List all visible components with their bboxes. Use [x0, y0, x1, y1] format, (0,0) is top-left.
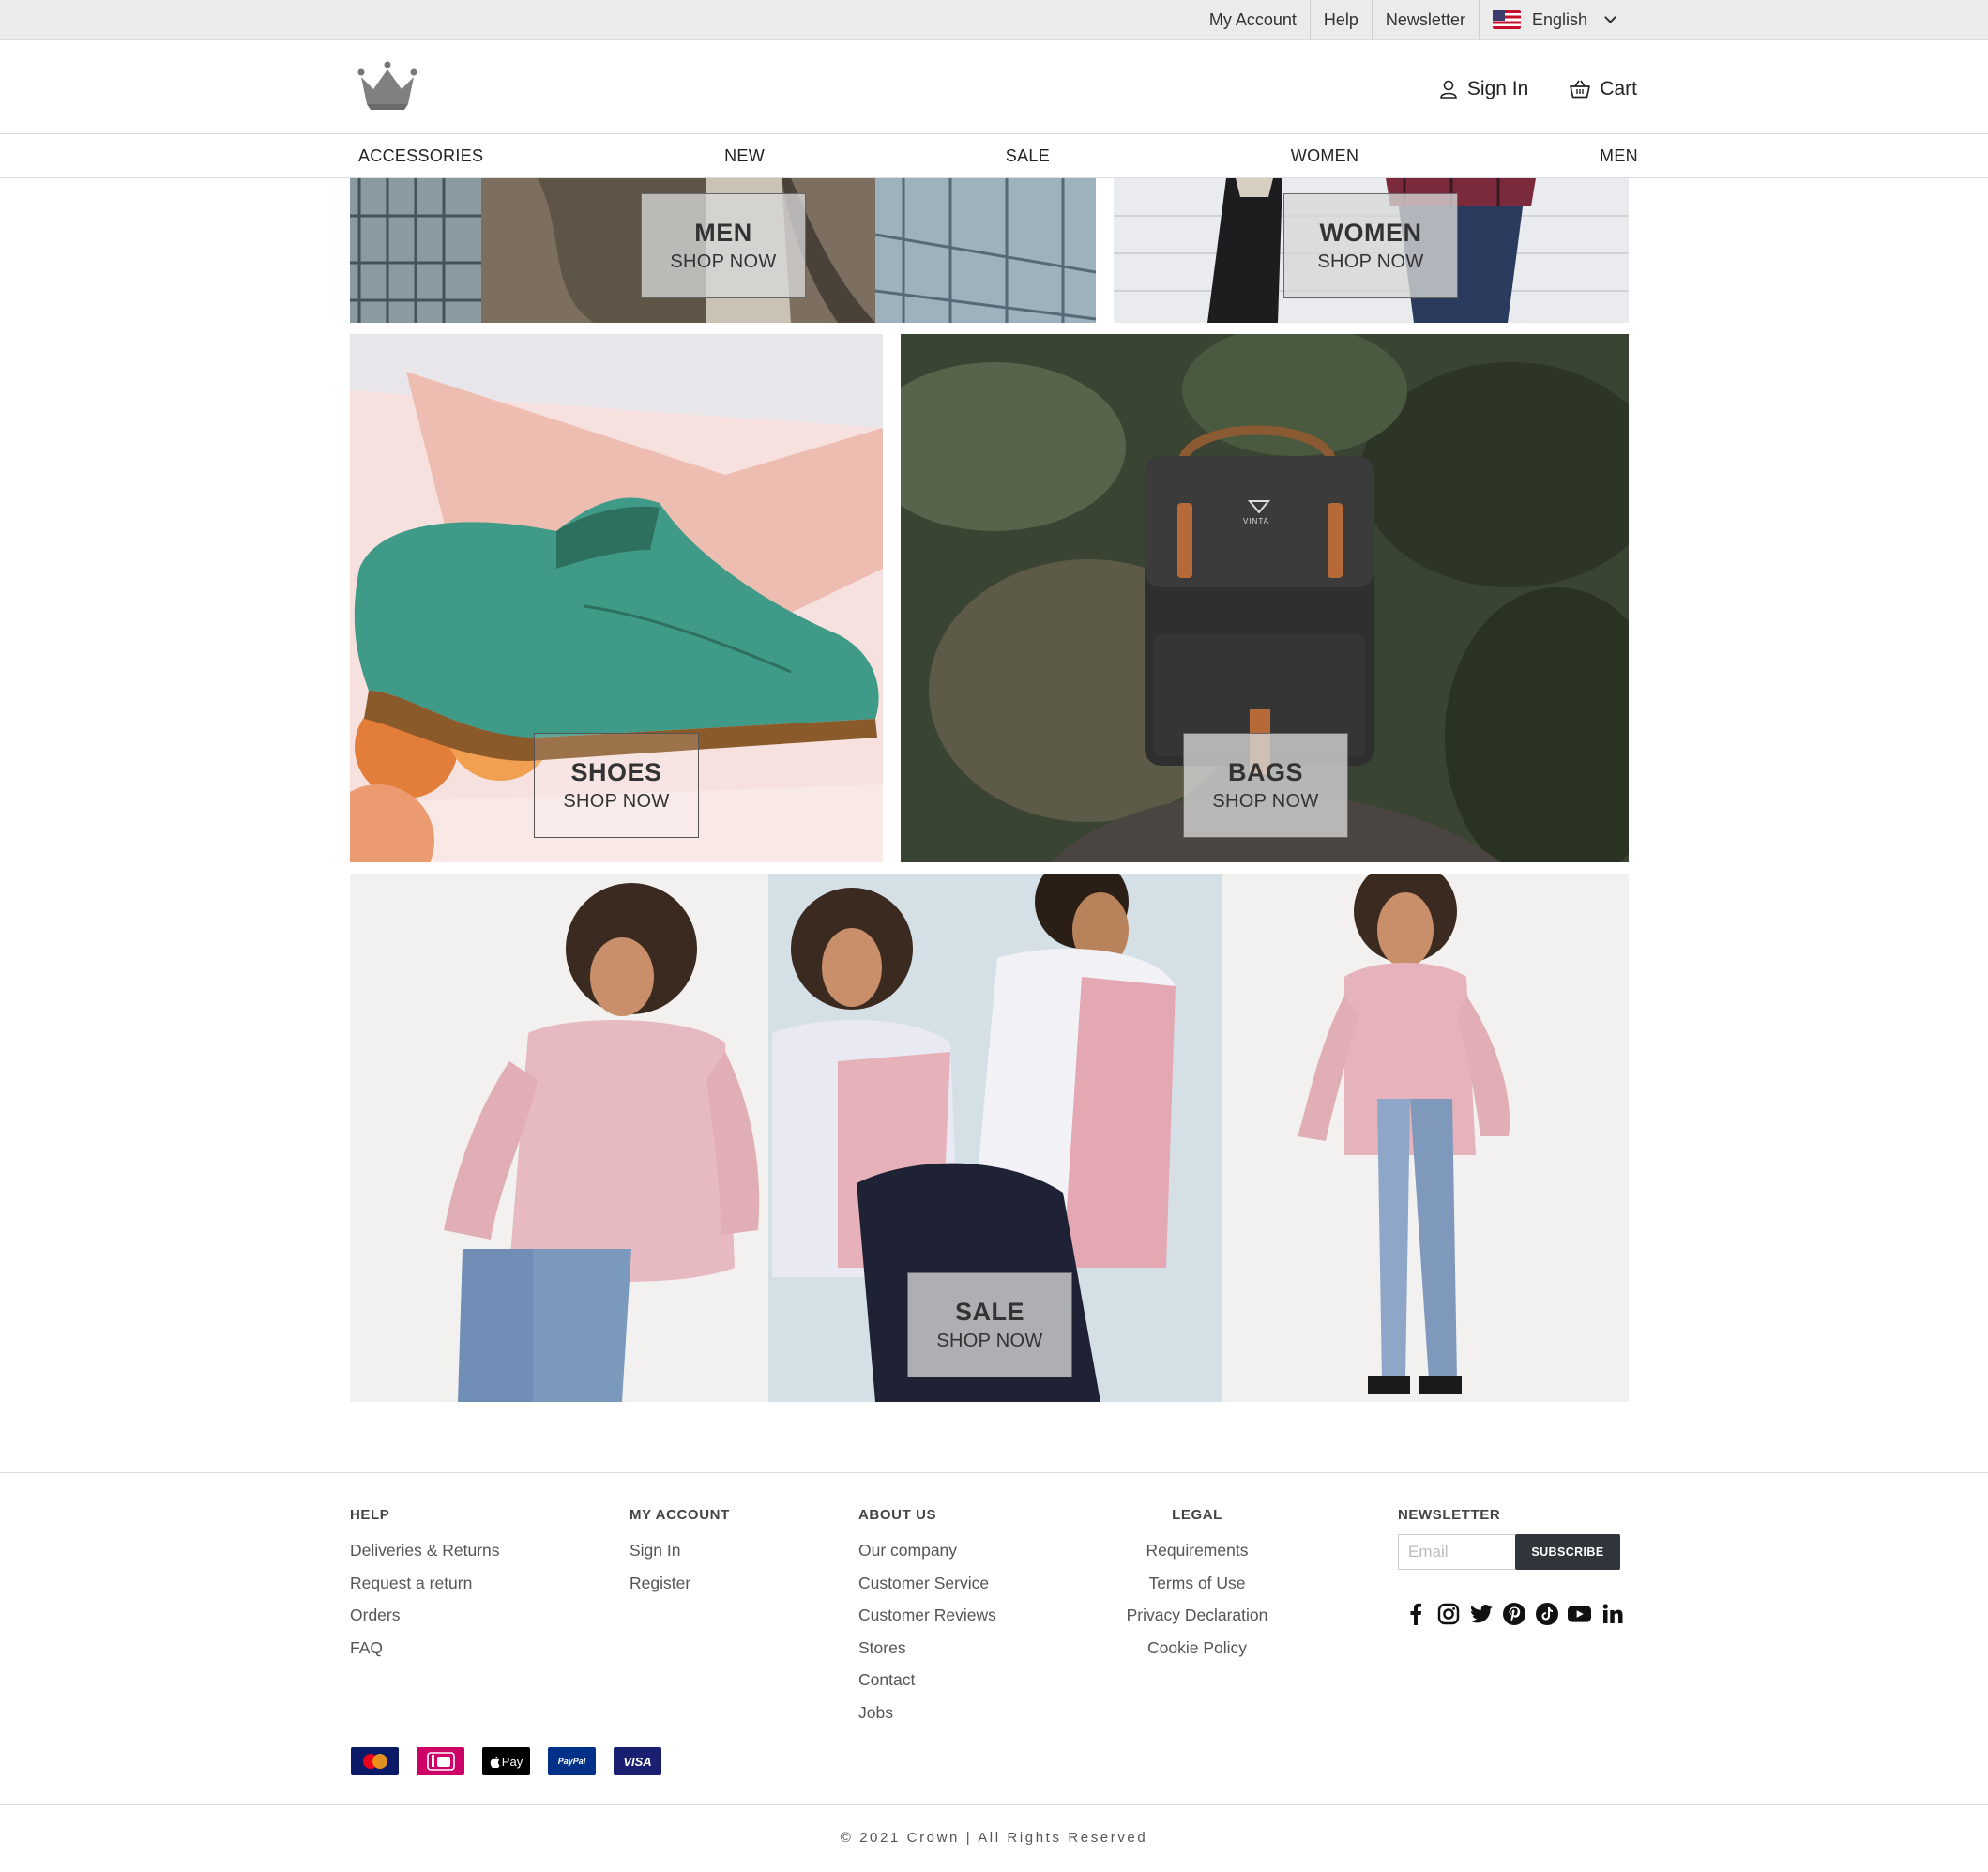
footer-divider: [0, 1472, 1988, 1473]
shoes-cta[interactable]: SHOES SHOP NOW: [534, 733, 699, 838]
footer-link-terms[interactable]: Terms of Use: [1103, 1567, 1291, 1600]
footer-link-contact[interactable]: Contact: [858, 1664, 996, 1697]
footer-link-request-return[interactable]: Request a return: [350, 1567, 500, 1600]
paypal-label: PayPal: [557, 1757, 586, 1766]
facebook-icon[interactable]: [1404, 1602, 1427, 1625]
ideal-icon: [417, 1747, 464, 1775]
footer-link-faq[interactable]: FAQ: [350, 1632, 500, 1665]
bags-brand-label: VINTA: [1243, 517, 1269, 525]
footer-about-heading: ABOUT US: [858, 1507, 937, 1523]
footer-link-our-company[interactable]: Our company: [858, 1534, 996, 1567]
social-links: [1398, 1602, 1624, 1625]
crown-logo-icon[interactable]: [357, 61, 418, 110]
utility-bar: My Account Help Newsletter English: [0, 0, 1988, 40]
footer-link-customer-reviews[interactable]: Customer Reviews: [858, 1599, 996, 1632]
footer-my-account: MY ACCOUNT Sign In Register: [630, 1507, 730, 1599]
bags-shop-now: SHOP NOW: [1212, 791, 1319, 812]
footer-link-jobs[interactable]: Jobs: [858, 1697, 996, 1729]
apple-pay-label: Pay: [501, 1754, 524, 1769]
us-flag-icon: [1492, 10, 1521, 29]
site-header: Sign In Cart: [0, 40, 1988, 134]
visa-label: VISA: [623, 1754, 652, 1769]
footer-newsletter-heading: NEWSLETTER: [1398, 1507, 1501, 1523]
language-selector[interactable]: English: [1480, 0, 1631, 39]
footer-account-heading: MY ACCOUNT: [630, 1507, 730, 1523]
women-category-tile[interactable]: WOMEN SHOP NOW: [1114, 178, 1629, 323]
visa-icon: VISA: [614, 1747, 661, 1775]
chevron-down-icon: [1604, 11, 1616, 23]
my-account-link[interactable]: My Account: [1196, 0, 1311, 39]
footer-link-stores[interactable]: Stores: [858, 1632, 996, 1665]
footer-link-cookie-policy[interactable]: Cookie Policy: [1103, 1632, 1291, 1665]
cart-button[interactable]: Cart: [1570, 78, 1637, 100]
footer-link-customer-service[interactable]: Customer Service: [858, 1567, 996, 1600]
newsletter-email-input[interactable]: [1398, 1534, 1515, 1570]
nav-new[interactable]: NEW: [724, 146, 765, 166]
footer-link-register[interactable]: Register: [630, 1567, 730, 1600]
paypal-icon: PayPal: [548, 1747, 596, 1775]
help-link[interactable]: Help: [1311, 0, 1373, 39]
shoes-category-tile[interactable]: SHOES SHOP NOW: [350, 334, 883, 862]
shoes-shop-now: SHOP NOW: [563, 791, 670, 812]
newsletter-form: SUBSCRIBE: [1398, 1534, 1624, 1570]
main-nav: ACCESSORIES NEW SALE WOMEN MEN: [0, 134, 1988, 178]
mastercard-icon: [351, 1747, 399, 1775]
women-cta[interactable]: WOMEN SHOP NOW: [1283, 193, 1458, 298]
subscribe-button[interactable]: SUBSCRIBE: [1515, 1534, 1620, 1570]
men-shop-now: SHOP NOW: [670, 251, 777, 272]
women-shop-now: SHOP NOW: [1317, 251, 1424, 272]
footer-legal-heading: LEGAL: [1172, 1507, 1222, 1523]
footer-link-orders[interactable]: Orders: [350, 1599, 500, 1632]
twitter-icon[interactable]: [1469, 1602, 1493, 1625]
basket-icon: [1570, 80, 1591, 99]
footer-link-sign-in[interactable]: Sign In: [630, 1534, 730, 1567]
sale-title: SALE: [954, 1298, 1024, 1326]
footer-link-deliveries[interactable]: Deliveries & Returns: [350, 1534, 500, 1567]
pinterest-icon[interactable]: [1502, 1602, 1525, 1625]
bags-title: BAGS: [1227, 758, 1303, 786]
shoes-title: SHOES: [570, 758, 662, 786]
utility-links: My Account Help Newsletter English: [1196, 0, 1988, 39]
men-title: MEN: [694, 219, 752, 247]
footer-newsletter: NEWSLETTER SUBSCRIBE: [1398, 1507, 1624, 1625]
footer-link-privacy[interactable]: Privacy Declaration: [1103, 1599, 1291, 1632]
women-title: WOMEN: [1319, 219, 1422, 247]
nav-accessories[interactable]: ACCESSORIES: [358, 146, 483, 166]
sign-in-button[interactable]: Sign In: [1439, 78, 1528, 100]
footer-about-us: ABOUT US Our company Customer Service Cu…: [858, 1507, 996, 1728]
nav-women[interactable]: WOMEN: [1291, 146, 1359, 166]
cart-label: Cart: [1600, 78, 1637, 99]
sign-in-label: Sign In: [1466, 78, 1529, 99]
nav-men[interactable]: MEN: [1600, 146, 1638, 166]
sale-shop-now: SHOP NOW: [936, 1331, 1043, 1351]
men-cta[interactable]: MEN SHOP NOW: [641, 193, 806, 298]
instagram-icon[interactable]: [1436, 1602, 1460, 1625]
sale-category-tile[interactable]: SALE SHOP NOW: [350, 874, 1629, 1402]
footer-help: HELP Deliveries & Returns Request a retu…: [350, 1507, 500, 1664]
tiktok-icon[interactable]: [1535, 1602, 1558, 1625]
language-label: English: [1531, 10, 1587, 29]
copyright-text: © 2021 Crown | All Rights Reserved: [840, 1830, 1148, 1846]
bags-cta[interactable]: BAGS SHOP NOW: [1183, 733, 1348, 838]
bags-category-tile[interactable]: VINTA BAGS SHOP NOW: [901, 334, 1629, 862]
youtube-icon[interactable]: [1568, 1602, 1591, 1625]
men-category-tile[interactable]: MEN SHOP NOW: [350, 178, 1096, 323]
footer-link-requirements[interactable]: Requirements: [1103, 1534, 1291, 1567]
nav-sale[interactable]: SALE: [1006, 146, 1050, 166]
apple-pay-icon: Pay: [482, 1747, 530, 1775]
user-icon: [1440, 80, 1457, 99]
header-actions: Sign In Cart: [1439, 78, 1637, 100]
sale-cta[interactable]: SALE SHOP NOW: [907, 1272, 1072, 1377]
footer-legal: LEGAL Requirements Terms of Use Privacy …: [1103, 1507, 1291, 1664]
footer-bottom-divider: [0, 1804, 1988, 1805]
linkedin-icon[interactable]: [1601, 1602, 1624, 1625]
payment-methods: Pay PayPal VISA: [351, 1747, 661, 1775]
footer-help-heading: HELP: [350, 1507, 390, 1523]
newsletter-link[interactable]: Newsletter: [1373, 0, 1480, 39]
